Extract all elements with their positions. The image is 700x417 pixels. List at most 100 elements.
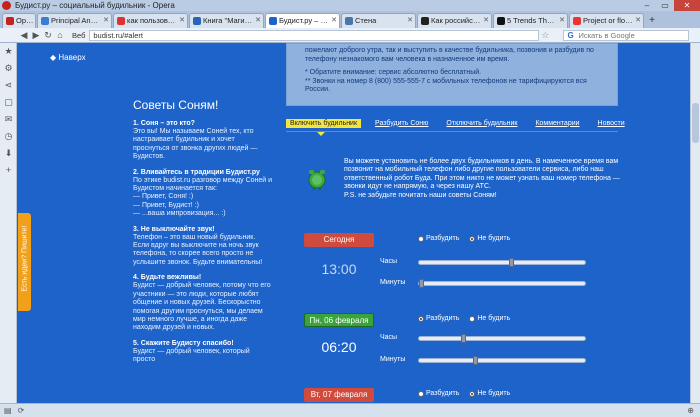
minutes-slider-today[interactable]	[418, 279, 586, 288]
sync-icon[interactable]: ⟳	[18, 406, 25, 415]
radio-wake-label: Разбудить	[426, 315, 460, 322]
hours-label: Часы	[380, 334, 398, 341]
downloads-icon[interactable]: ⬇	[0, 145, 17, 162]
url-input[interactable]: budist.ru/#alert	[89, 29, 540, 41]
tab-close-icon[interactable]: ✕	[255, 14, 261, 28]
radio-nowake-tuesday[interactable]: Не будить	[469, 390, 510, 397]
forward-icon[interactable]: ▶	[30, 30, 42, 41]
radio-wake-tuesday[interactable]: Разбудить	[418, 390, 459, 397]
tab-wake-sonya[interactable]: Разбудить Соню	[375, 120, 428, 127]
alarm-time-monday: 06:20	[321, 339, 357, 355]
tab-close-icon[interactable]: ✕	[407, 14, 413, 28]
search-input[interactable]: Искать в Google	[563, 29, 690, 41]
vk-favicon-icon	[345, 17, 353, 25]
history-icon[interactable]: ◷	[0, 128, 17, 145]
tip-2: 2. Вливайтесь в традиции Будист.ру По эт…	[133, 169, 273, 219]
slider-thumb[interactable]	[509, 258, 514, 267]
tab-disable-alarm[interactable]: Отключить будильник	[446, 120, 517, 127]
settings-gear-icon[interactable]: ⚙	[0, 60, 17, 77]
slider-thumb[interactable]	[461, 334, 466, 343]
tab-close-icon[interactable]: ✕	[103, 14, 109, 28]
tab-label: как пользоватьс...	[127, 16, 177, 25]
radio-nowake-monday[interactable]: Не будить	[469, 315, 510, 322]
maximize-icon[interactable]: ▭	[656, 0, 674, 11]
info-box: пожелают доброго утра, так и выступить в…	[286, 43, 618, 106]
slider-thumb[interactable]	[473, 356, 478, 365]
reload-icon[interactable]: ↻	[42, 30, 54, 41]
tip-text: Телефон – это ваш новый будильник. Если …	[133, 233, 263, 266]
minimize-icon[interactable]: –	[638, 0, 656, 11]
tab-label: Opera	[16, 16, 35, 25]
radio-wake-monday[interactable]: Разбудить	[418, 315, 459, 322]
minutes-label: Минуты	[380, 356, 406, 363]
wake-toggle-today: Разбудить Не будить	[418, 235, 510, 242]
new-tab-button[interactable]: +	[645, 14, 659, 28]
tip-text: Это вы! Мы называем Соней тех, кто настр…	[133, 128, 258, 161]
radio-wake-label: Разбудить	[426, 390, 460, 397]
tab-close-icon[interactable]: ✕	[559, 14, 565, 28]
radio-wake-icon	[418, 390, 424, 397]
wake-toggle-tuesday: Разбудить Не будить	[418, 390, 510, 397]
tab-news[interactable]: Новости	[598, 120, 625, 127]
scrollbar-thumb[interactable]	[692, 103, 699, 143]
zoom-icon[interactable]: ⊕	[687, 406, 694, 415]
feedback-tab[interactable]: Есть идеи? Пишите!	[18, 213, 31, 311]
hours-slider-today[interactable]	[418, 258, 586, 267]
tab-enable-alarm[interactable]: Включить будильник	[286, 118, 362, 136]
favicon-icon	[573, 17, 581, 25]
back-icon[interactable]: ◀	[18, 30, 30, 41]
tip-title: 4. Будьте вежливы!	[133, 274, 202, 282]
tab-principal-analyst[interactable]: Principal Analyst ... ✕	[37, 13, 112, 28]
tab-close-icon[interactable]: ✕	[179, 14, 185, 28]
tip-3: 3. Не выключайте звук! Телефон – это ваш…	[133, 226, 273, 268]
intro-block: Вы можете установить не более двух будил…	[344, 158, 634, 200]
tab-label: Как российский ...	[431, 16, 482, 25]
close-window-icon[interactable]: ✕	[674, 0, 700, 11]
notes-icon[interactable]: ▢	[0, 94, 17, 111]
feedback-tab-label: Есть идеи? Пишите!	[21, 225, 29, 292]
tab-close-icon[interactable]: ✕	[331, 14, 337, 28]
tip-title: 2. Вливайтесь в традиции Будист.ру	[133, 168, 260, 176]
panel-toggle-icon[interactable]: ▤	[4, 406, 12, 415]
tips-title: Советы Соням!	[133, 98, 219, 112]
tab-close-icon[interactable]: ✕	[483, 14, 489, 28]
tab-label: 5 Trends That Wil...	[507, 16, 557, 25]
add-panel-icon[interactable]: +	[0, 162, 17, 179]
hours-slider-monday[interactable]	[418, 334, 586, 343]
tab-close-icon[interactable]: ✕	[635, 14, 641, 28]
share-icon[interactable]: ⋖	[0, 77, 17, 94]
page-content: ◆ Наверх пожелают доброго утра, так и вы…	[18, 43, 700, 403]
radio-nowake-today[interactable]: Не будить	[469, 235, 510, 242]
bookmark-star-icon[interactable]: ☆	[541, 30, 549, 41]
mail-icon[interactable]: ✉	[0, 111, 17, 128]
tab-opera[interactable]: Opera	[2, 13, 36, 28]
minutes-slider-monday[interactable]	[418, 356, 586, 365]
tab-label: Project or flow? I...	[583, 16, 634, 25]
home-icon[interactable]: ⌂	[54, 30, 66, 40]
address-bar: ◀ ▶ ↻ ⌂ Веб budist.ru/#alert ☆ Искать в …	[0, 28, 700, 43]
back-to-top-link[interactable]: ◆ Наверх	[50, 53, 86, 62]
status-bar: ▤ ⟳ ⊕	[0, 403, 700, 417]
tab-label: Книга "Магия Pi...	[203, 16, 253, 25]
budist-favicon-icon	[269, 17, 277, 25]
radio-wake-today[interactable]: Разбудить	[418, 235, 459, 242]
tab-project-or-flow[interactable]: Project or flow? I... ✕	[569, 13, 644, 28]
slider-thumb[interactable]	[419, 279, 424, 288]
tab-kniga-magiya[interactable]: Книга "Магия Pi... ✕	[189, 13, 264, 28]
radio-wake-icon	[418, 315, 424, 322]
tab-kak-polzovatsya[interactable]: как пользоватьс... ✕	[113, 13, 188, 28]
bookmarks-icon[interactable]: ★	[0, 43, 17, 60]
page-scrollbar[interactable]	[690, 43, 700, 403]
tab-stena[interactable]: Стена ✕	[341, 13, 416, 28]
tab-kak-rossiyskiy[interactable]: Как российский ... ✕	[417, 13, 492, 28]
window-titlebar: Будист.ру – социальный будильник - Opera…	[0, 0, 700, 11]
radio-nowake-label: Не будить	[477, 235, 511, 242]
tab-5-trends[interactable]: 5 Trends That Wil... ✕	[493, 13, 568, 28]
tip-title: 1. Соня – это кто?	[133, 120, 195, 127]
tab-budist[interactable]: Будист.ру – соци... ✕	[265, 13, 340, 28]
tip-5: 5. Скажите Будисту спасибо! Будист — доб…	[133, 340, 273, 365]
tab-label: Стена	[355, 16, 377, 25]
tip-title: 3. Не выключайте звук!	[133, 225, 215, 233]
tab-comments[interactable]: Комментарии	[535, 120, 579, 127]
radio-nowake-label: Не будить	[477, 390, 511, 397]
